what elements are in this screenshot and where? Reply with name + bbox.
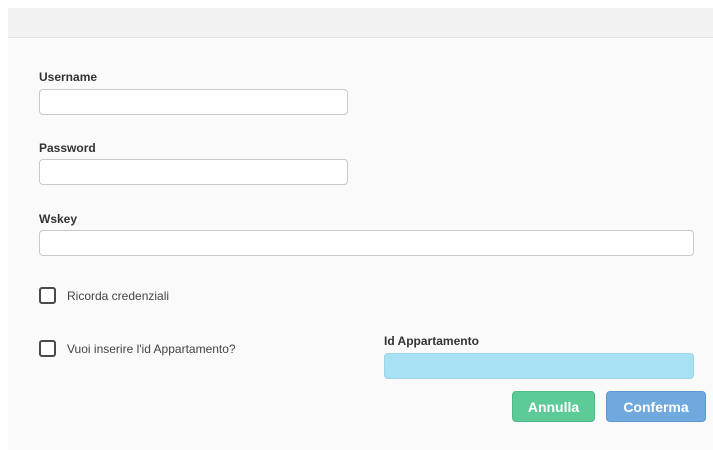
username-label: Username — [39, 70, 98, 84]
username-input[interactable] — [39, 89, 348, 115]
apartment-id-label: Id Appartamento — [384, 334, 479, 348]
confirm-button[interactable]: Conferma — [606, 391, 706, 422]
insert-apartment-id-row[interactable]: Vuoi inserire l'id Appartamento? — [39, 340, 236, 357]
cancel-button[interactable]: Annulla — [512, 391, 595, 422]
remember-credentials-row[interactable]: Ricorda credenziali — [39, 287, 169, 304]
remember-credentials-label: Ricorda credenziali — [67, 288, 170, 303]
panel-header — [8, 8, 713, 38]
wskey-label: Wskey — [39, 212, 78, 226]
password-label: Password — [39, 141, 96, 155]
login-form-panel: Username Password Wskey Ricorda credenzi… — [8, 8, 713, 450]
apartment-id-input[interactable] — [384, 353, 694, 379]
insert-apartment-id-checkbox[interactable] — [39, 340, 56, 357]
remember-credentials-checkbox[interactable] — [39, 287, 56, 304]
insert-apartment-id-label: Vuoi inserire l'id Appartamento? — [67, 341, 236, 356]
wskey-input[interactable] — [39, 230, 694, 256]
password-input[interactable] — [39, 159, 348, 185]
